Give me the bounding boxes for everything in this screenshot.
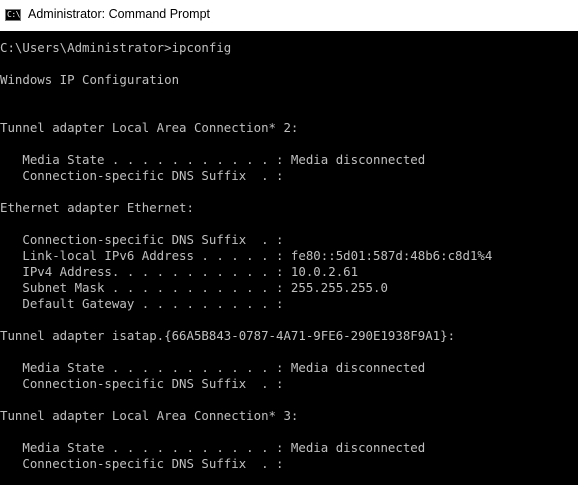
adapter-heading: Tunnel adapter Local Area Connection* 3: bbox=[0, 408, 299, 423]
adapter-heading: Tunnel adapter isatap.{66A5B843-0787-4A7… bbox=[0, 328, 456, 343]
adapter-property-line: IPv4 Address. . . . . . . . . . . : 10.0… bbox=[0, 264, 359, 279]
adapter-property-line: Link-local IPv6 Address . . . . . : fe80… bbox=[0, 248, 493, 263]
cmd-icon: C:\ bbox=[5, 9, 21, 21]
adapter-heading: Tunnel adapter Local Area Connection* 2: bbox=[0, 120, 299, 135]
adapter-heading: Ethernet adapter Ethernet: bbox=[0, 200, 194, 215]
cmd-icon-glyph: C:\ bbox=[7, 10, 20, 19]
adapter-property-line: Media State . . . . . . . . . . . : Medi… bbox=[0, 152, 426, 167]
console-output[interactable]: C:\Users\Administrator>ipconfig Windows … bbox=[0, 31, 578, 485]
adapter-property-line: Connection-specific DNS Suffix . : bbox=[0, 376, 284, 391]
adapter-property-line: Connection-specific DNS Suffix . : bbox=[0, 168, 284, 183]
adapter-property-line: Media State . . . . . . . . . . . : Medi… bbox=[0, 440, 426, 455]
command-prompt-window: C:\ Administrator: Command Prompt C:\Use… bbox=[0, 0, 578, 485]
adapter-property-line: Subnet Mask . . . . . . . . . . . : 255.… bbox=[0, 280, 388, 295]
adapter-property-line: Connection-specific DNS Suffix . : bbox=[0, 456, 284, 471]
title-bar[interactable]: C:\ Administrator: Command Prompt bbox=[0, 0, 578, 31]
window-title: Administrator: Command Prompt bbox=[28, 7, 211, 21]
adapter-property-line: Media State . . . . . . . . . . . : Medi… bbox=[0, 360, 426, 375]
command-line: C:\Users\Administrator>ipconfig bbox=[0, 40, 232, 55]
adapter-property-line: Connection-specific DNS Suffix . : bbox=[0, 232, 284, 247]
output-heading: Windows IP Configuration bbox=[0, 72, 180, 87]
adapter-property-line: Default Gateway . . . . . . . . . : bbox=[0, 296, 284, 311]
